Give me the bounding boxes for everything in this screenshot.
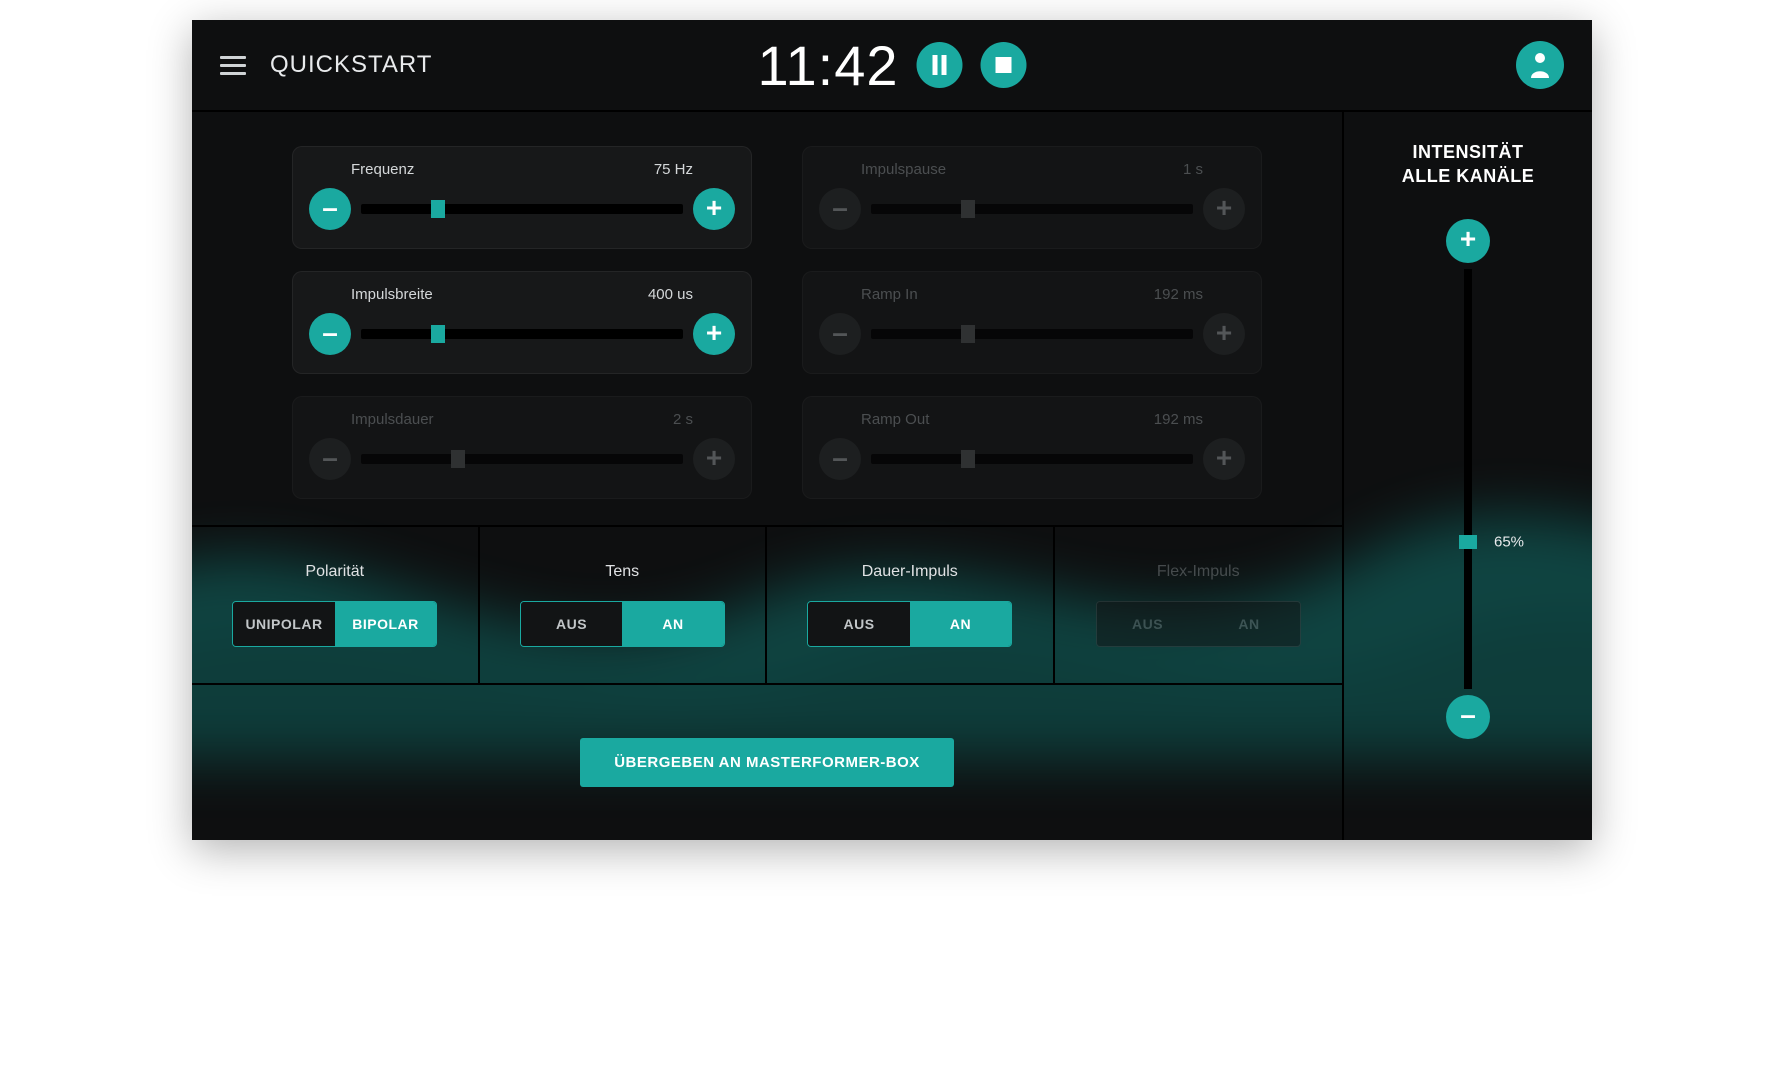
slider-card-impulsdauer: Impulsdauer 2 s – +	[292, 396, 752, 499]
slider-value: 75 Hz	[654, 161, 693, 178]
minus-button: –	[819, 313, 861, 355]
submit-to-masterformer-button[interactable]: ÜBERGEBEN AN MASTERFORMER-BOX	[580, 738, 954, 787]
slider-track-impulsbreite[interactable]	[361, 329, 683, 339]
intensity-plus-button[interactable]: +	[1446, 219, 1490, 263]
minus-button: –	[819, 188, 861, 230]
minus-button: –	[309, 438, 351, 480]
toggle-cell-flex-impuls: Flex-Impuls AUS AN	[1055, 527, 1343, 683]
slider-value: 400 us	[648, 286, 693, 303]
toggle-cell-tens: Tens AUS AN	[480, 527, 768, 683]
intensity-slider: + 65% –	[1446, 219, 1490, 739]
slider-card-ramp-out: Ramp Out 192 ms – +	[802, 396, 1262, 499]
slider-label: Impulspause	[861, 161, 946, 178]
segment-aus[interactable]: AUS	[521, 602, 623, 646]
segment-bipolar[interactable]: BIPOLAR	[335, 602, 437, 646]
minus-button[interactable]: –	[309, 188, 351, 230]
slider-card-impulspause: Impulspause 1 s – +	[802, 146, 1262, 249]
segment-an: AN	[1198, 602, 1300, 646]
slider-label: Impulsbreite	[351, 286, 433, 303]
plus-button: +	[1203, 188, 1245, 230]
toggle-title: Dauer-Impuls	[862, 563, 958, 581]
segment-an[interactable]: AN	[910, 602, 1012, 646]
slider-label: Impulsdauer	[351, 411, 434, 428]
segmented-flex-impuls: AUS AN	[1096, 601, 1301, 647]
slider-label: Ramp Out	[861, 411, 929, 428]
slider-value: 192 ms	[1154, 286, 1203, 303]
segment-aus: AUS	[1097, 602, 1199, 646]
plus-button[interactable]: +	[693, 313, 735, 355]
user-icon[interactable]	[1516, 41, 1564, 89]
session-timer: 11:42	[758, 33, 899, 98]
slider-label: Ramp In	[861, 286, 918, 303]
intensity-value-label: 65%	[1494, 533, 1524, 550]
segment-aus[interactable]: AUS	[808, 602, 910, 646]
slider-track-ramp-out	[871, 454, 1193, 464]
stop-button[interactable]	[980, 42, 1026, 88]
mode-toggles: Polarität UNIPOLAR BIPOLAR Tens AUS AN D…	[192, 527, 1342, 685]
slider-card-ramp-in: Ramp In 192 ms – +	[802, 271, 1262, 374]
slider-track-impulspause	[871, 204, 1193, 214]
slider-card-frequenz: Frequenz 75 Hz – +	[292, 146, 752, 249]
segmented-polaritaet: UNIPOLAR BIPOLAR	[232, 601, 437, 647]
slider-track-impulsdauer	[361, 454, 683, 464]
intensity-title: INTENSITÄT ALLE KANÄLE	[1402, 140, 1535, 189]
slider-value: 1 s	[1183, 161, 1203, 178]
segmented-dauer-impuls: AUS AN	[807, 601, 1012, 647]
slider-track-ramp-in	[871, 329, 1193, 339]
slider-value: 192 ms	[1154, 411, 1203, 428]
toggle-title: Tens	[605, 563, 639, 581]
parameter-sliders: Frequenz 75 Hz – + Impulspause	[192, 112, 1342, 527]
slider-value: 2 s	[673, 411, 693, 428]
segment-unipolar[interactable]: UNIPOLAR	[233, 602, 335, 646]
plus-button[interactable]: +	[693, 188, 735, 230]
toggle-title: Polarität	[305, 563, 364, 581]
page-title: QUICKSTART	[270, 51, 432, 79]
slider-track-frequenz[interactable]	[361, 204, 683, 214]
segmented-tens: AUS AN	[520, 601, 725, 647]
minus-button: –	[819, 438, 861, 480]
plus-button: +	[1203, 313, 1245, 355]
pause-button[interactable]	[916, 42, 962, 88]
toggle-title: Flex-Impuls	[1157, 563, 1240, 581]
toggle-cell-dauer-impuls: Dauer-Impuls AUS AN	[767, 527, 1055, 683]
menu-icon[interactable]	[220, 56, 246, 75]
segment-an[interactable]: AN	[622, 602, 724, 646]
intensity-track[interactable]: 65%	[1464, 269, 1472, 689]
plus-button: +	[693, 438, 735, 480]
toggle-cell-polaritaet: Polarität UNIPOLAR BIPOLAR	[192, 527, 480, 683]
minus-button[interactable]: –	[309, 313, 351, 355]
slider-card-impulsbreite: Impulsbreite 400 us – +	[292, 271, 752, 374]
plus-button: +	[1203, 438, 1245, 480]
slider-label: Frequenz	[351, 161, 414, 178]
intensity-minus-button[interactable]: –	[1446, 695, 1490, 739]
